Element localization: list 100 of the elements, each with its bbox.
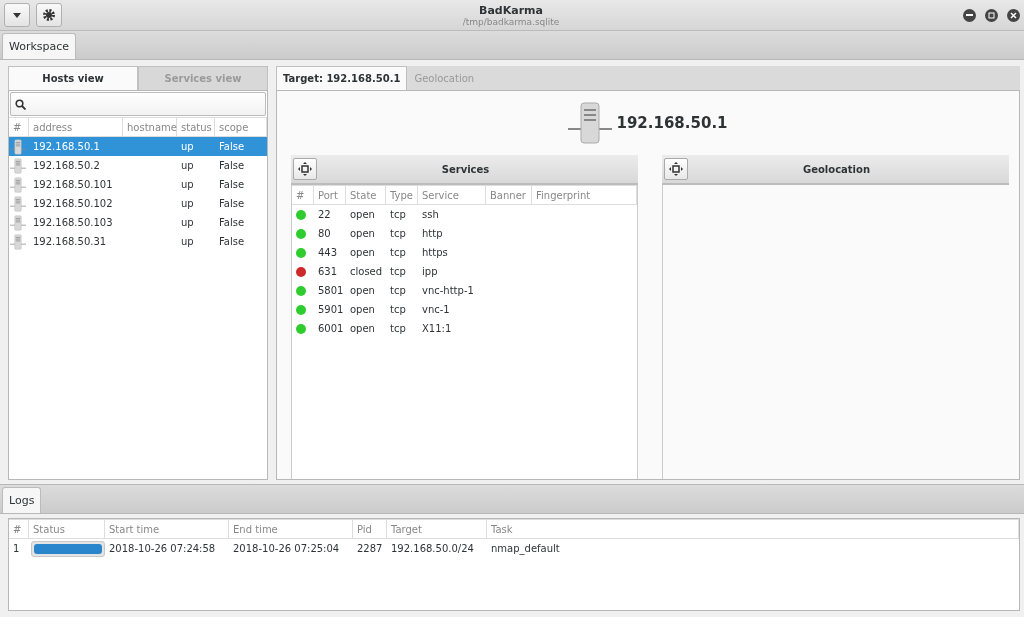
port-cell-text: 443: [317, 247, 339, 258]
column-header[interactable]: Pid: [353, 519, 387, 539]
panel-title: Geolocation: [802, 163, 871, 175]
column-header[interactable]: Type: [386, 185, 418, 205]
column-header[interactable]: Fingerprint: [532, 185, 637, 205]
column-header[interactable]: #: [292, 185, 314, 205]
column-header[interactable]: Target: [387, 519, 487, 539]
server-icon: [9, 214, 27, 231]
log-row[interactable]: 1 2018-10-26 07:24:58 2018-10-26 07:25:04 2287 192.168.50.0/24 nmap_default: [9, 539, 1019, 558]
state-cell-text: closed: [349, 266, 384, 277]
window-title: BadKarma: [479, 3, 543, 17]
minus-icon: [966, 14, 973, 16]
start-time-cell-text: 2018-10-26 07:24:58: [108, 543, 217, 554]
maximize-button[interactable]: [985, 8, 998, 22]
search-icon: [15, 98, 26, 110]
close-button[interactable]: [1007, 8, 1020, 22]
column-header[interactable]: address: [29, 117, 123, 137]
column-header[interactable]: State: [346, 185, 386, 205]
status-cell-text: up: [180, 179, 195, 190]
panel-title: Services: [440, 163, 491, 175]
pid-cell-text: 2287: [356, 543, 384, 554]
move-icon: [669, 162, 683, 176]
service-cell-text: https: [421, 247, 449, 258]
minimize-button[interactable]: [963, 8, 976, 22]
address-cell-text: 192.168.50.2: [32, 160, 101, 171]
scope-cell-text: False: [218, 179, 246, 190]
service-cell-text: ipp: [421, 266, 439, 277]
search-field[interactable]: [10, 92, 266, 116]
logs-tab[interactable]: Logs: [2, 487, 42, 513]
service-row[interactable]: 5801 open tcp vnc-http-1: [292, 281, 637, 300]
service-cell-text: ssh: [421, 209, 440, 220]
server-icon: [9, 233, 27, 250]
menu-button[interactable]: [4, 3, 30, 27]
type-cell-text: tcp: [389, 323, 407, 334]
view-tab[interactable]: Services view: [138, 66, 268, 90]
host-row[interactable]: 192.168.50.1 up False: [9, 137, 267, 156]
state-cell-text: open: [349, 304, 376, 315]
column-header[interactable]: Banner: [486, 185, 532, 205]
address-cell-text: 192.168.50.31: [32, 236, 108, 247]
scope-cell-text: False: [218, 236, 246, 247]
scope-cell-text: False: [218, 217, 246, 228]
host-row[interactable]: 192.168.50.101 up False: [9, 175, 267, 194]
type-cell-text: tcp: [389, 228, 407, 239]
host-row[interactable]: 192.168.50.31 up False: [9, 232, 267, 251]
service-cell-text: vnc-1: [421, 304, 451, 315]
address-cell-text: 192.168.50.102: [32, 198, 114, 209]
type-cell-text: tcp: [389, 247, 407, 258]
service-row[interactable]: 631 closed tcp ipp: [292, 262, 637, 281]
server-icon: [9, 176, 27, 193]
type-cell-text: tcp: [389, 285, 407, 296]
address-cell-text: 192.168.50.101: [32, 179, 114, 190]
port-cell-text: 80: [317, 228, 332, 239]
type-cell-text: tcp: [389, 266, 407, 277]
state-cell-text: open: [349, 323, 376, 334]
host-row[interactable]: 192.168.50.2 up False: [9, 156, 267, 175]
move-button[interactable]: [664, 158, 688, 180]
column-header[interactable]: End time: [229, 519, 353, 539]
service-row[interactable]: 22 open tcp ssh: [292, 205, 637, 224]
service-row[interactable]: 6001 open tcp X11:1: [292, 319, 637, 338]
task-cell-text: nmap_default: [490, 543, 561, 554]
target-tab[interactable]: Geolocation: [407, 66, 482, 90]
scope-cell-text: False: [218, 141, 246, 152]
type-cell-text: tcp: [389, 209, 407, 220]
column-header[interactable]: #: [9, 519, 29, 539]
server-icon: [9, 157, 27, 174]
status-cell-text: up: [180, 198, 195, 209]
state-cell-text: open: [349, 247, 376, 258]
port-cell-text: 5801: [317, 285, 345, 296]
column-header[interactable]: Task: [487, 519, 1019, 539]
settings-button[interactable]: [36, 3, 62, 27]
port-cell-text: 6001: [317, 323, 345, 334]
port-cell-text: 5901: [317, 304, 345, 315]
host-row[interactable]: 192.168.50.103 up False: [9, 213, 267, 232]
server-icon: [9, 138, 27, 155]
index-cell-text: 1: [12, 543, 21, 554]
move-button[interactable]: [293, 158, 317, 180]
column-header[interactable]: Status: [29, 519, 105, 539]
scope-cell-text: False: [218, 198, 246, 209]
column-header[interactable]: Port: [314, 185, 346, 205]
target-cell-text: 192.168.50.0/24: [390, 543, 475, 554]
state-cell-text: open: [349, 228, 376, 239]
move-icon: [298, 162, 312, 176]
scope-cell-text: False: [218, 160, 246, 171]
end-time-cell-text: 2018-10-26 07:25:04: [232, 543, 341, 554]
close-icon: [1010, 11, 1017, 19]
view-tab[interactable]: Hosts view: [8, 66, 138, 90]
service-row[interactable]: 5901 open tcp vnc-1: [292, 300, 637, 319]
service-cell-text: X11:1: [421, 323, 453, 334]
port-cell-text: 631: [317, 266, 339, 277]
service-cell-text: http: [421, 228, 444, 239]
server-icon: [568, 101, 613, 145]
target-tab[interactable]: Target: 192.168.50.1: [276, 66, 408, 90]
service-row[interactable]: 443 open tcp https: [292, 243, 637, 262]
column-header[interactable]: Service: [418, 185, 486, 205]
workspace-tab[interactable]: Workspace: [2, 33, 77, 59]
status-cell-text: up: [180, 141, 195, 152]
status-cell-text: up: [180, 236, 195, 247]
service-row[interactable]: 80 open tcp http: [292, 224, 637, 243]
column-header[interactable]: Start time: [105, 519, 229, 539]
host-row[interactable]: 192.168.50.102 up False: [9, 194, 267, 213]
